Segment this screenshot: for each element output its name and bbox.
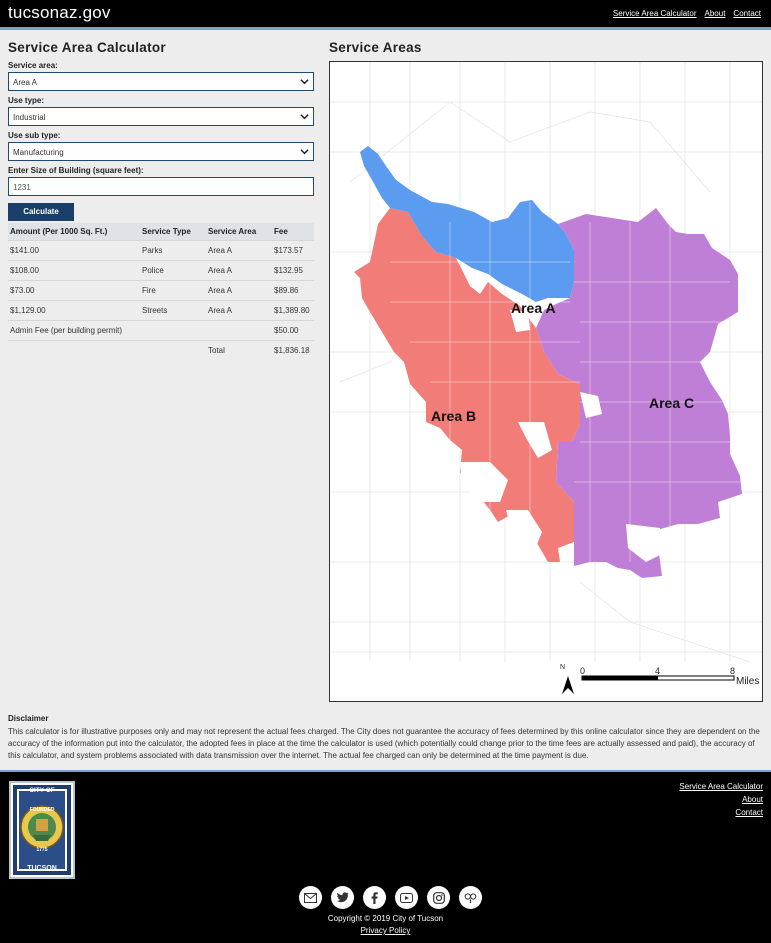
disclaimer-text: This calculator is for illustrative purp… xyxy=(8,727,760,760)
twitter-icon[interactable] xyxy=(331,886,354,909)
table-cell: $173.57 xyxy=(272,240,314,261)
column-header-fee: Fee xyxy=(272,223,314,241)
table-cell: $141.00 xyxy=(8,240,140,261)
scale-bar xyxy=(581,675,735,681)
youtube-icon[interactable] xyxy=(395,886,418,909)
table-cell: $108.00 xyxy=(8,260,140,281)
privacy-policy-container: Privacy Policy xyxy=(0,926,771,935)
table-cell: Area A xyxy=(206,280,272,301)
fee-results-table: Amount (Per 1000 Sq. Ft.) Service Type S… xyxy=(8,223,314,360)
calculate-button[interactable]: Calculate xyxy=(8,203,74,221)
disclaimer-title: Disclaimer xyxy=(8,714,49,723)
seal-city-of: CITY OF xyxy=(29,787,55,794)
table-row-total: Total $1,836.18 xyxy=(8,340,314,360)
table-cell: Streets xyxy=(140,300,206,321)
social-icons xyxy=(299,886,482,909)
chevron-down-icon xyxy=(300,149,309,155)
calculator-panel: Service Area Calculator Service area: Ar… xyxy=(8,40,314,360)
use-sub-type-value: Manufacturing xyxy=(13,148,64,157)
use-sub-type-label: Use sub type: xyxy=(8,131,61,140)
table-row: $1,129.00 Streets Area A $1,389.80 xyxy=(8,300,314,321)
table-row: $141.00 Parks Area A $173.57 xyxy=(8,240,314,261)
city-seal-logo[interactable]: CITY OF FOUNDED 1775 TUCSON xyxy=(9,781,75,879)
area-a-label: Area A xyxy=(511,300,556,316)
scale-unit-label: Miles xyxy=(736,676,760,687)
table-row: $73.00 Fire Area A $89.86 xyxy=(8,280,314,301)
table-cell: Area A xyxy=(206,240,272,261)
copyright-text: Copyright © 2019 City of Tucson xyxy=(327,914,444,923)
site-logo-link[interactable]: tucsonaz.gov xyxy=(8,3,111,23)
tripadvisor-icon[interactable] xyxy=(459,886,482,909)
footer-nav: Service Area Calculator About Contact xyxy=(679,782,763,821)
seal-year: 1775 xyxy=(36,847,48,853)
seal-tucson: TUCSON xyxy=(27,865,57,872)
service-areas-panel: Service Areas Area A Area B Area C N 0 4… xyxy=(329,40,763,702)
table-cell: $50.00 xyxy=(272,320,314,341)
footer-contact-link[interactable]: Contact xyxy=(679,808,763,817)
table-cell xyxy=(140,340,206,360)
seal-founded: FOUNDED xyxy=(29,807,55,813)
table-cell: $89.86 xyxy=(272,280,314,301)
area-c-label: Area C xyxy=(649,395,695,411)
service-area-select[interactable]: Area A xyxy=(8,72,314,91)
top-nav-links: Service Area Calculator About Contact xyxy=(613,9,761,18)
table-cell: Parks xyxy=(140,240,206,261)
nav-contact-link[interactable]: Contact xyxy=(733,9,761,18)
top-navigation-bar: tucsonaz.gov Service Area Calculator Abo… xyxy=(0,0,771,30)
table-cell: Area A xyxy=(206,260,272,281)
table-cell: Fire xyxy=(140,280,206,301)
table-cell: Admin Fee (per building permit) xyxy=(8,320,272,341)
calculator-title: Service Area Calculator xyxy=(8,40,166,55)
service-areas-map: Area A Area B Area C N 0 4 8 Miles xyxy=(329,61,763,702)
column-header-service-type: Service Type xyxy=(140,223,206,241)
map-graphic xyxy=(330,62,762,694)
column-header-service-area: Service Area xyxy=(206,223,272,241)
scale-tick-0: 0 xyxy=(580,666,586,676)
use-type-value: Industrial xyxy=(13,113,46,122)
table-header-row: Amount (Per 1000 Sq. Ft.) Service Type S… xyxy=(8,223,314,241)
table-cell: $132.95 xyxy=(272,260,314,281)
table-cell: $1,389.80 xyxy=(272,300,314,321)
north-label: N xyxy=(560,664,566,671)
scale-tick-4: 4 xyxy=(655,666,661,676)
disclaimer-section: Disclaimer This calculator is for illust… xyxy=(8,714,764,762)
table-cell xyxy=(8,340,140,360)
city-seal-graphic xyxy=(13,785,71,875)
north-arrow xyxy=(562,676,574,694)
service-area-value: Area A xyxy=(13,78,38,87)
table-cell: Total xyxy=(206,340,272,360)
service-area-label: Service area: xyxy=(8,61,58,70)
nav-service-area-calculator-link[interactable]: Service Area Calculator xyxy=(613,9,697,18)
chevron-down-icon xyxy=(300,79,309,85)
footer-about-link[interactable]: About xyxy=(679,795,763,804)
table-row-admin-fee: Admin Fee (per building permit) $50.00 xyxy=(8,320,314,341)
table-cell: Police xyxy=(140,260,206,281)
privacy-policy-link[interactable]: Privacy Policy xyxy=(361,926,411,935)
chevron-down-icon xyxy=(300,114,309,120)
table-cell: Area A xyxy=(206,300,272,321)
instagram-icon[interactable] xyxy=(427,886,450,909)
footer-service-area-calculator-link[interactable]: Service Area Calculator xyxy=(679,782,763,791)
nav-about-link[interactable]: About xyxy=(705,9,726,18)
facebook-icon[interactable] xyxy=(363,886,386,909)
email-icon[interactable] xyxy=(299,886,322,909)
building-size-input[interactable]: 1231 xyxy=(8,177,314,196)
table-row: $108.00 Police Area A $132.95 xyxy=(8,260,314,281)
building-size-label: Enter Size of Building (square feet): xyxy=(8,166,144,175)
service-areas-title: Service Areas xyxy=(329,40,422,55)
table-cell: $1,129.00 xyxy=(8,300,140,321)
scale-tick-8: 8 xyxy=(730,666,736,676)
table-cell: $1,836.18 xyxy=(272,340,314,360)
use-type-select[interactable]: Industrial xyxy=(8,107,314,126)
use-sub-type-select[interactable]: Manufacturing xyxy=(8,142,314,161)
table-cell: $73.00 xyxy=(8,280,140,301)
area-b-label: Area B xyxy=(431,408,477,424)
site-footer: CITY OF FOUNDED 1775 TUCSON Service Area… xyxy=(0,770,771,943)
column-header-amount: Amount (Per 1000 Sq. Ft.) xyxy=(8,223,140,241)
use-type-label: Use type: xyxy=(8,96,45,105)
